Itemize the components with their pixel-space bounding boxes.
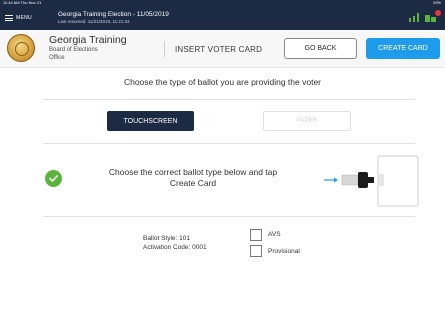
ballot-message-line1: Choose the correct ballot type below and…: [108, 167, 278, 177]
create-card-button[interactable]: CREATE CARD: [366, 38, 440, 59]
menu-button[interactable]: MENU: [5, 13, 32, 23]
divider-middle: [43, 143, 415, 144]
network-icon: [409, 13, 419, 22]
voter-card-icon: [341, 174, 359, 186]
app-bar: MENU Georgia Training Election - 11/05/2…: [0, 6, 445, 30]
card-insert-illustration: [324, 155, 419, 207]
avs-checkbox[interactable]: [250, 229, 262, 241]
page-title: INSERT VOTER CARD: [175, 45, 263, 54]
touchscreen-button[interactable]: TOUCHSCREEN: [107, 111, 194, 131]
provisional-checkbox[interactable]: [250, 245, 262, 257]
paper-button: PAPER: [263, 111, 351, 131]
alert-badge: [435, 10, 441, 16]
menu-label: MENU: [16, 15, 32, 21]
divider-bottom: [43, 216, 415, 217]
hamburger-icon: [5, 15, 13, 21]
office-name: Georgia Training: [49, 34, 127, 46]
election-subtitle: Last resumed: 11/21/2019, 11:21:34: [58, 19, 130, 24]
ballot-style: Ballot Style: 101: [143, 235, 190, 242]
divider-top: [43, 99, 415, 100]
connection-status: [409, 10, 441, 22]
go-back-button[interactable]: GO BACK: [284, 38, 357, 59]
ballot-type-instruction: Choose the type of ballot you are provid…: [123, 77, 322, 87]
avs-label: AVS: [268, 231, 281, 238]
ballot-message-line2: Create Card: [169, 178, 217, 188]
office-subtitle-line2: Office: [49, 55, 65, 61]
office-subtitle-line1: Board of Elections: [49, 47, 98, 53]
page-header: Georgia Training Board of Elections Offi…: [0, 30, 445, 68]
election-title: Georgia Training Election - 11/05/2019: [58, 11, 169, 18]
ballot-type-message: Choose the correct ballot type below and…: [74, 167, 312, 189]
activation-code: Activation Code: 0001: [143, 244, 207, 251]
provisional-label: Provisional: [268, 248, 300, 255]
check-icon: [45, 170, 62, 187]
sync-status[interactable]: [425, 10, 441, 22]
header-divider: [164, 41, 165, 57]
state-seal-logo: [7, 34, 35, 62]
